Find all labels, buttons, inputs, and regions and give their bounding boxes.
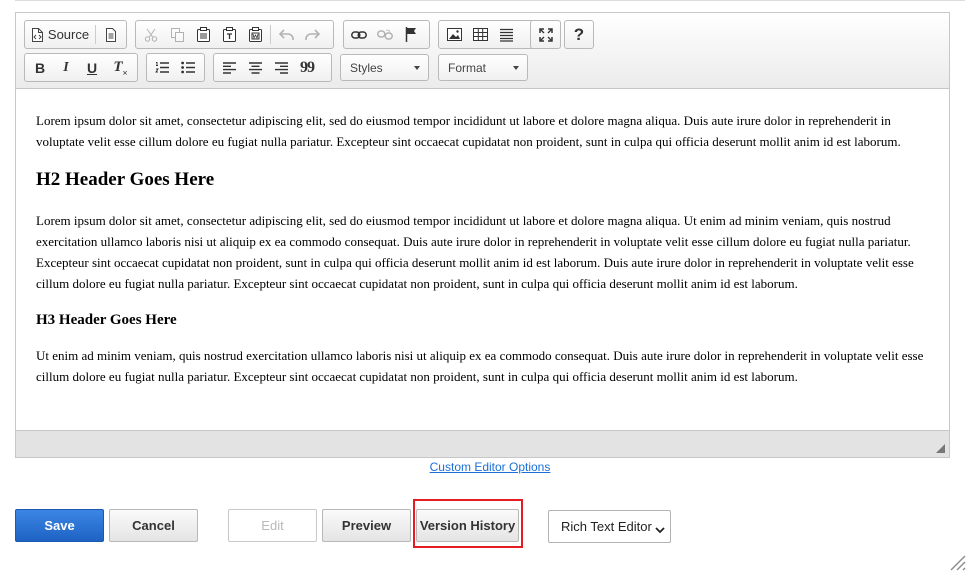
paste-icon (196, 27, 210, 42)
italic-button[interactable]: I (53, 55, 79, 80)
blockquote-button[interactable]: 99 (294, 55, 320, 80)
edit-button[interactable]: Edit (228, 509, 317, 542)
link-icon (351, 30, 367, 40)
align-left-button[interactable] (216, 55, 242, 80)
editor-toolbar: Source ? B I U T × 99 Styles Format (16, 13, 949, 89)
cut-button[interactable] (138, 22, 164, 47)
format-dropdown[interactable]: Format (438, 54, 528, 81)
bold-button[interactable]: B (27, 55, 53, 80)
help-icon: ? (573, 24, 585, 44)
copy-button[interactable] (164, 22, 190, 47)
remove-format-button[interactable]: T × (105, 55, 131, 80)
editor-mode-select[interactable]: Rich Text Editor (548, 510, 671, 543)
preview-button[interactable]: Preview (322, 509, 411, 542)
chevron-down-icon (414, 66, 420, 70)
paste-text-button[interactable] (216, 22, 242, 47)
image-icon (446, 28, 462, 41)
blockquote-icon: 99 (300, 58, 315, 76)
source-group: Source (24, 20, 127, 49)
align-right-icon (274, 61, 288, 74)
table-button[interactable] (467, 22, 493, 47)
unlink-icon (377, 29, 393, 41)
remove-format-icon: T × (113, 59, 128, 78)
undo-icon (278, 28, 294, 41)
resize-handle-icon[interactable] (936, 444, 945, 453)
help-button[interactable]: ? (566, 22, 592, 47)
copy-icon (170, 27, 184, 42)
format-label: Format (448, 60, 487, 75)
document-icon (105, 27, 117, 42)
underline-button[interactable]: U (79, 55, 105, 80)
redo-button[interactable] (299, 22, 325, 47)
bulleted-list-button[interactable] (175, 55, 201, 80)
numbered-list-icon (155, 61, 169, 74)
paste-text-icon (222, 27, 236, 42)
table-icon (472, 28, 488, 41)
align-left-icon (222, 61, 236, 74)
paragraph-3: Ut enim ad minim veniam, quis nostrud ex… (36, 348, 924, 384)
top-divider (15, 0, 965, 1)
maximize-button[interactable] (533, 22, 559, 47)
cancel-button[interactable]: Cancel (109, 509, 198, 542)
highlight-box (413, 499, 523, 548)
anchor-flag-icon (405, 27, 417, 42)
paste-word-button[interactable] (242, 22, 268, 47)
help-group: ? (564, 20, 594, 49)
horizontal-line-icon (499, 28, 514, 42)
source-label: Source (47, 27, 90, 42)
horizontal-line-button[interactable] (493, 22, 519, 47)
link-button[interactable] (346, 22, 372, 47)
window-resize-grip-icon[interactable] (948, 553, 966, 576)
rich-text-editor: Source ? B I U T × 99 Styles Format Lore… (15, 12, 950, 458)
insert-group (438, 20, 536, 49)
align-right-button[interactable] (268, 55, 294, 80)
chevron-down-icon (513, 66, 519, 70)
anchor-button[interactable] (398, 22, 424, 47)
paragraph-2: Lorem ipsum dolor sit amet, consectetur … (36, 213, 914, 291)
paragraph-1: Lorem ipsum dolor sit amet, consectetur … (36, 113, 901, 149)
editor-content-area[interactable]: Lorem ipsum dolor sit amet, consectetur … (16, 90, 949, 431)
remove-format-glyph: T (113, 59, 123, 75)
clipboard-group (135, 20, 334, 49)
bulleted-list-icon (181, 61, 195, 74)
numbered-list-button[interactable] (149, 55, 175, 80)
align-center-icon (248, 61, 262, 74)
paste-word-icon (248, 27, 262, 42)
link-group (343, 20, 430, 49)
chevron-down-icon (655, 522, 665, 537)
styles-dropdown[interactable]: Styles (340, 54, 429, 81)
h3-heading: H3 Header Goes Here (36, 312, 177, 328)
bold-icon: B (34, 59, 46, 76)
paste-button[interactable] (190, 22, 216, 47)
document-button[interactable] (98, 22, 124, 47)
save-button[interactable]: Save (15, 509, 104, 542)
list-group (146, 53, 205, 82)
cut-icon (144, 28, 158, 42)
underline-icon: U (86, 59, 98, 76)
align-group: 99 (213, 53, 332, 82)
editor-statusbar (16, 430, 949, 457)
undo-button[interactable] (273, 22, 299, 47)
unlink-button[interactable] (372, 22, 398, 47)
editor-mode-value: Rich Text Editor (561, 519, 652, 534)
styles-label: Styles (350, 60, 383, 75)
source-button[interactable]: Source (27, 22, 93, 47)
align-center-button[interactable] (242, 55, 268, 80)
basic-styles-group: B I U T × (24, 53, 138, 82)
image-button[interactable] (441, 22, 467, 47)
maximize-group (530, 20, 561, 49)
custom-editor-options-link[interactable]: Custom Editor Options (0, 460, 978, 474)
h2-heading: H2 Header Goes Here (36, 169, 215, 190)
maximize-icon (538, 27, 553, 42)
italic-icon: I (63, 59, 69, 75)
redo-icon (304, 28, 320, 41)
source-icon (31, 27, 44, 42)
